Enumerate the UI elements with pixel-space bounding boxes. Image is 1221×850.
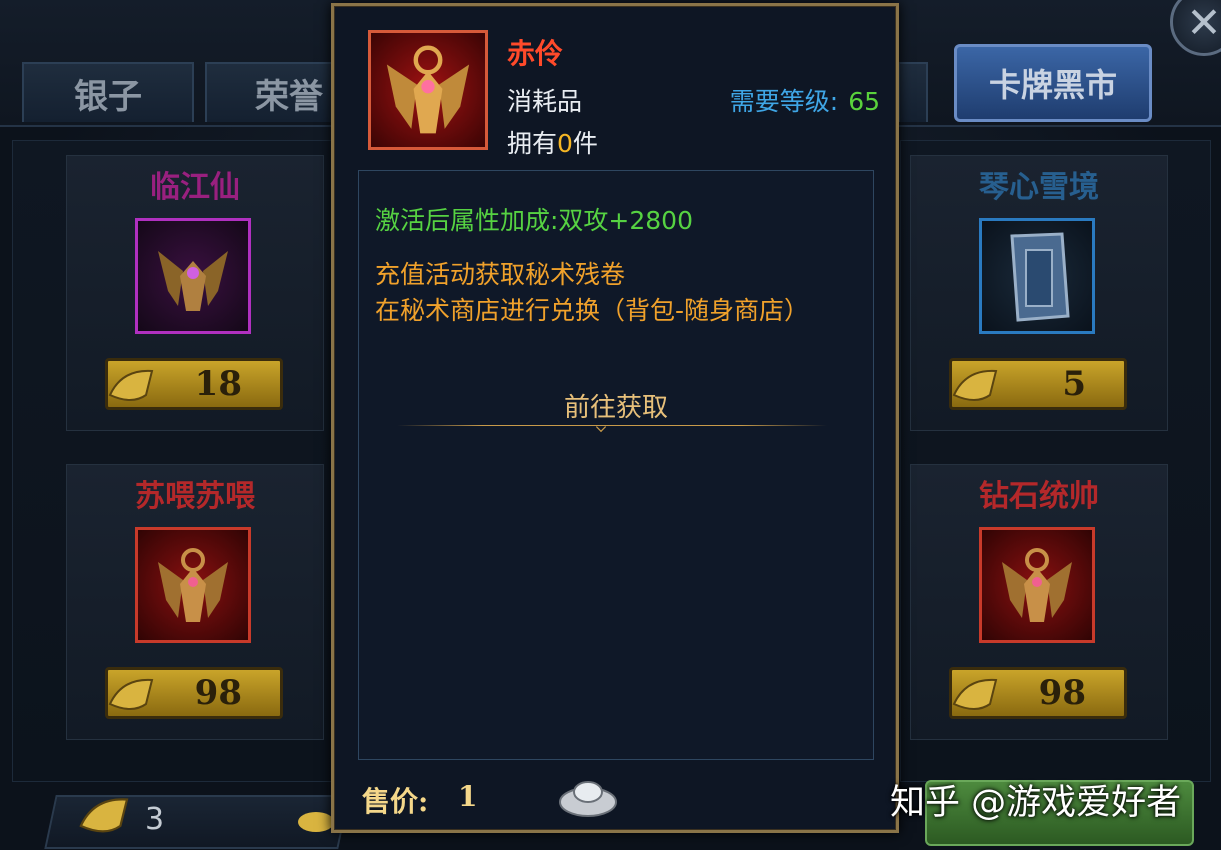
red-emblem-icon (368, 30, 488, 150)
level-value: 65 (848, 87, 880, 116)
price-value: 98 (194, 673, 242, 713)
price-value: 98 (1038, 673, 1086, 713)
level-label: 需要等级: (729, 87, 839, 116)
exchange-hint: 在秘术商店进行兑换（背包-随身商店） (375, 296, 810, 325)
price-value: 18 (194, 364, 242, 404)
price-button[interactable]: 18 (105, 358, 283, 410)
owned-count: 拥有0件 (507, 124, 598, 160)
sell-price-value: 1 (458, 780, 478, 813)
price-button[interactable]: 98 (105, 667, 283, 719)
purple-emblem-icon (135, 218, 251, 334)
scroll-icon (952, 678, 998, 710)
card-name: 钻石统帅 (979, 479, 1099, 514)
sell-price-label: 售价: (362, 785, 429, 818)
scroll-icon (108, 369, 154, 401)
owned-number: 0 (557, 129, 573, 158)
silver-ingot-icon (559, 781, 617, 817)
item-title: 赤伶 (507, 37, 564, 70)
required-level: 需要等级: 65 (730, 82, 880, 118)
red-emblem-icon (135, 527, 251, 643)
tab-black-market[interactable]: 卡牌黑市 (954, 44, 1152, 122)
price-button[interactable]: 5 (949, 358, 1127, 410)
price-value: 5 (1062, 364, 1086, 404)
goto-obtain-button[interactable]: 前往获取 (359, 387, 873, 424)
close-icon: ✕ (1186, 0, 1221, 47)
tab-silver[interactable]: 银子 (22, 62, 194, 122)
title-scroll-icon (979, 218, 1095, 334)
divider (397, 425, 827, 426)
scroll-icon (108, 678, 154, 710)
red-emblem-icon (979, 527, 1095, 643)
gold-ingot-icon (298, 812, 334, 832)
watermark: 知乎 @游戏爱好者 (890, 783, 1182, 823)
item-detail-popup: 赤伶 消耗品 拥有0件 需要等级: 65 激活后属性加成:双攻+2800 充值活动… (331, 3, 899, 833)
price-button[interactable]: 98 (949, 667, 1127, 719)
shop-card-bottom-left[interactable]: 苏喂苏喂 98 (66, 464, 324, 740)
card-name: 琴心雪境 (979, 170, 1099, 205)
shop-card-top-right[interactable]: 琴心雪境 5 (910, 155, 1168, 431)
scroll-icon (952, 369, 998, 401)
owned-suffix: 件 (572, 129, 598, 158)
attribute-bonus: 激活后属性加成:双攻+2800 (375, 206, 693, 235)
shop-card-top-left[interactable]: 临江仙 18 (66, 155, 324, 431)
shop-card-bottom-right[interactable]: 钻石统帅 98 (910, 464, 1168, 740)
tab-hidden[interactable] (898, 62, 928, 122)
description-box: 激活后属性加成:双攻+2800 充值活动获取秘术残卷 在秘术商店进行兑换（背包-… (358, 170, 874, 760)
scroll-count: 3 (145, 802, 165, 837)
item-type: 消耗品 (507, 87, 583, 116)
tab-honor[interactable]: 荣誉 (205, 62, 335, 122)
card-name: 临江仙 (150, 170, 240, 205)
scroll-icon (79, 798, 129, 833)
owned-prefix: 拥有 (507, 129, 558, 158)
obtain-hint: 充值活动获取秘术残卷 (375, 260, 626, 289)
card-name: 苏喂苏喂 (135, 479, 255, 514)
